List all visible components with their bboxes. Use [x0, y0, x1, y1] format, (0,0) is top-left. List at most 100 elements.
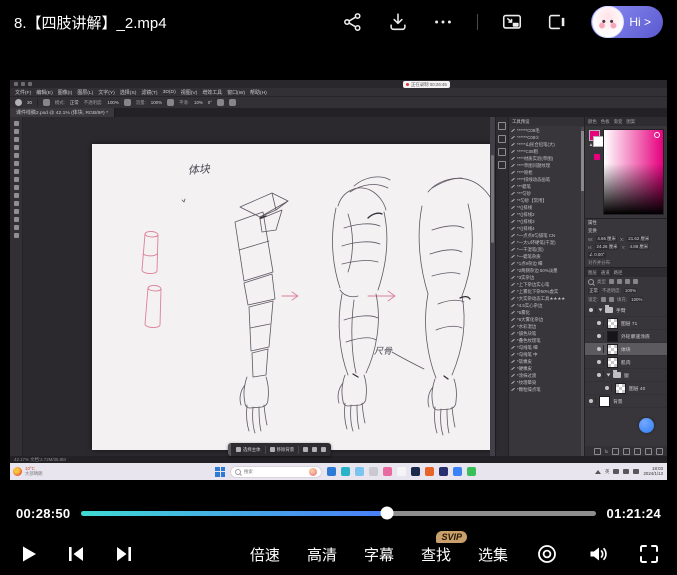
preset-row: *上雾化下杂50%虚实	[511, 288, 582, 295]
preset-row: *5雾化	[511, 309, 582, 316]
assistant-avatar	[592, 6, 624, 38]
brush-icon	[511, 388, 515, 391]
lock-row: 锁定: 填充: 100%	[585, 295, 667, 304]
mini-player-icon[interactable]	[546, 11, 568, 33]
preset-label: ******C08②	[517, 135, 539, 141]
tool-icon	[14, 233, 19, 238]
preset-label: *一干湿笔(宽)	[517, 247, 544, 253]
preset-row: ***蜡笔	[511, 183, 582, 190]
color-panel: ▲	[585, 126, 667, 218]
brush-icon	[511, 171, 515, 174]
controls-bar: 倍速 高清 字幕 查找 SVIP 选集	[0, 533, 677, 575]
preset-label: *颗粒噪点笔	[517, 387, 541, 393]
preset-label: *硬橡皮	[517, 366, 532, 372]
preset-row: **()排线	[511, 204, 582, 211]
record-screen-icon[interactable]	[535, 542, 559, 566]
fullscreen-icon[interactable]	[637, 542, 661, 566]
group-caret-icon	[599, 309, 603, 312]
layer-thumbnail	[607, 357, 618, 368]
arm-muscle-drawing	[333, 177, 390, 431]
play-button[interactable]	[16, 542, 40, 566]
h-value: 24.26 厘米	[595, 244, 618, 250]
brush-icon	[511, 206, 515, 209]
brush-icon	[511, 150, 515, 153]
volume-icon[interactable]	[586, 542, 610, 566]
remove-background-button: 移除背景	[270, 447, 295, 453]
layers-panel-tab: 通道	[601, 270, 610, 276]
preset-row: *勾线笔 中	[511, 351, 582, 358]
layer-fx-icon: fx	[605, 449, 608, 454]
layer-name: 图层 40	[629, 385, 645, 392]
next-episode-button[interactable]	[112, 542, 136, 566]
sketch-drawing: 体块 尺骨	[92, 144, 494, 450]
ps-menubar: 文件(F)编辑(E)图像(I)图层(L)文字(Y)选择(S)滤镜(T)3D(D)…	[10, 88, 667, 96]
find-button-wrap: 查找 SVIP	[421, 544, 451, 565]
download-icon[interactable]	[387, 11, 409, 33]
layers-list: 手臂 图层 71	[585, 304, 667, 446]
preset-row: ***匀砂	[511, 190, 582, 197]
preset-label: *勾线笔 中	[517, 352, 538, 358]
preset-label: *软橡皮	[517, 359, 532, 365]
tool-icon	[14, 145, 19, 150]
preset-label: *6大雾化杂边	[517, 317, 543, 323]
layer-name: 体块	[621, 346, 631, 353]
tool-icon	[14, 177, 19, 182]
layer-visibility-icon	[595, 332, 604, 340]
layer-thumbnail	[607, 318, 618, 329]
brush-icon	[511, 367, 515, 370]
ime-indicator: 英	[605, 469, 609, 475]
preset-row: *3实杂边	[511, 274, 582, 281]
previous-episode-button[interactable]	[64, 542, 88, 566]
playback-speed-button[interactable]: 倍速	[250, 544, 280, 565]
preset-row: **()排线3	[511, 218, 582, 225]
progress-bar[interactable]	[81, 511, 595, 516]
video-surface[interactable]: 正在录制 00:26:45 文件(F)编辑(E)图像(I)图层(L)文字(Y)选…	[10, 80, 667, 480]
preset-label: *一大U环硬笔(干湿)	[517, 240, 556, 246]
subtitle-button[interactable]: 字幕	[364, 544, 394, 565]
layers-panel-tab: 路径	[614, 270, 623, 276]
libraries-panel-icon	[498, 148, 506, 156]
select-subject-button: 选择主体	[236, 447, 261, 453]
picture-in-picture-icon[interactable]	[501, 11, 523, 33]
ps-home-icon	[14, 82, 18, 86]
episodes-button[interactable]: 选集	[478, 544, 508, 565]
layer-name: 肌肉	[621, 359, 631, 366]
taskbar-app-icon	[383, 467, 392, 476]
preset-row: *4.5实心杂边	[511, 302, 582, 309]
layers-panel-tab: 图层	[588, 270, 597, 276]
brush-icon	[511, 276, 515, 279]
progress-thumb[interactable]	[381, 507, 394, 520]
flow-value: 100%	[151, 100, 162, 105]
taskbar-app-icon	[439, 467, 448, 476]
assistant-button[interactable]: Hi >	[591, 6, 663, 38]
tool-icon	[14, 161, 19, 166]
layer-name: 背景	[613, 398, 623, 405]
preset-label: *铺色块笔	[517, 331, 536, 337]
fill-value: 100%	[630, 297, 643, 302]
canvas-area: 体块 尺骨	[23, 117, 495, 456]
brush-icon	[511, 269, 515, 272]
step-arrow-2	[368, 291, 395, 301]
preset-row: ****材质实验(草图)	[511, 155, 582, 162]
brush-icon	[511, 143, 515, 146]
share-icon[interactable]	[342, 11, 364, 33]
layer-visibility-icon	[595, 319, 604, 327]
brush-angle-value: 0°	[208, 100, 212, 105]
tray-date: 2024/1/13	[643, 472, 663, 476]
layer-opacity-value: 100%	[624, 288, 637, 293]
preset-row: *6大雾化杂边	[511, 316, 582, 323]
progress-fill	[81, 511, 387, 516]
y-label: Y:	[622, 245, 626, 250]
document-tab: 课件线稿2.psd @ 42.1% (体块, RGB/8#) *	[10, 108, 115, 117]
filter-shape-icon	[633, 279, 638, 284]
color-panel-tab: 图案	[626, 119, 635, 125]
ps-menu-item: 帮助(H)	[250, 89, 267, 96]
quality-button[interactable]: 高清	[307, 544, 337, 565]
taskbar-app-icon	[467, 467, 476, 476]
find-button[interactable]: 查找	[421, 547, 451, 564]
more-options-icon[interactable]	[432, 11, 454, 33]
system-tray: 英 18:03 2024/1/13	[595, 467, 667, 476]
brush-icon	[511, 157, 515, 160]
layers-bottom-bar: fx	[585, 446, 667, 456]
transform-section-label: 变换	[588, 228, 597, 234]
